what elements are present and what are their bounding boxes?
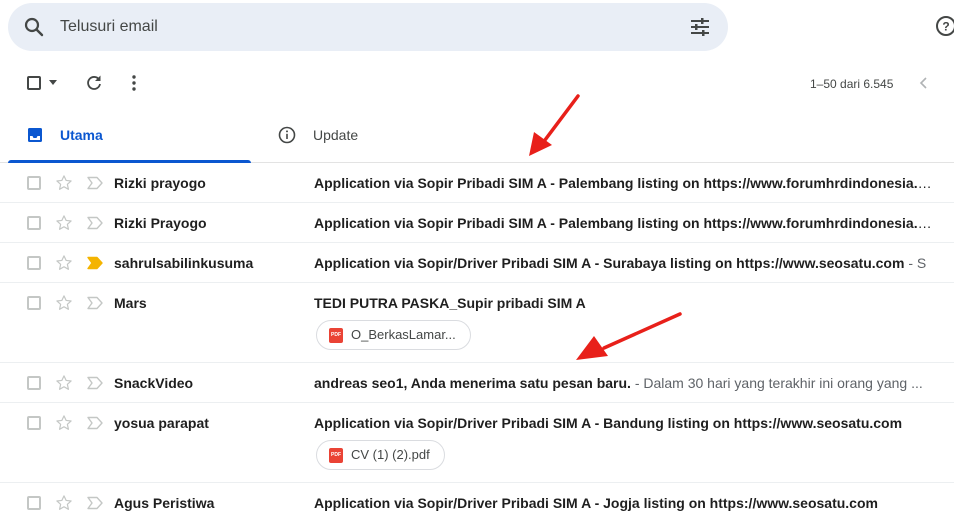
row-checkbox[interactable] [27, 296, 41, 310]
row-checkbox[interactable] [27, 176, 41, 190]
email-sender: yosua parapat [114, 415, 209, 431]
email-row[interactable]: Rizki Prayogo Application via Sopir Prib… [0, 203, 954, 243]
email-subject: Application via Sopir/Driver Pribadi SIM… [314, 415, 903, 431]
row-checkbox[interactable] [27, 496, 41, 510]
tab-update[interactable]: Update [270, 112, 570, 162]
help-icon[interactable]: ? [934, 14, 954, 38]
search-icon[interactable] [22, 15, 46, 39]
email-subject: Application via Sopir Pribadi SIM A - Pa… [314, 215, 938, 231]
email-subject-line: Application via Sopir/Driver Pribadi SIM… [314, 415, 938, 431]
email-row[interactable]: sahrulsabilinkusuma Application via Sopi… [0, 243, 954, 283]
email-row[interactable]: yosua parapat Application via Sopir/Driv… [0, 403, 954, 483]
svg-text:?: ? [942, 20, 949, 34]
inbox-icon [28, 128, 42, 142]
pdf-icon: PDF [329, 328, 343, 343]
email-sender: Mars [114, 295, 147, 311]
tab-label: Update [313, 127, 359, 143]
search-bar[interactable]: Telusuri email [8, 3, 728, 51]
info-icon [278, 126, 296, 144]
star-outline-icon[interactable] [55, 414, 73, 432]
mail-toolbar: 1–50 dari 6.545 [0, 62, 954, 104]
star-outline-icon[interactable] [55, 294, 73, 312]
top-bar: Telusuri email ? [0, 0, 954, 56]
star-outline-icon[interactable] [55, 214, 73, 232]
email-subject: Application via Sopir Pribadi SIM A - Pa… [314, 175, 938, 191]
tune-icon[interactable] [688, 15, 712, 39]
more-vert-icon[interactable] [127, 74, 141, 92]
important-marker-icon[interactable] [86, 416, 104, 430]
attachment-name: CV (1) (2).pdf [351, 447, 430, 462]
pdf-icon: PDF [329, 448, 343, 463]
email-subject-line: TEDI PUTRA PASKA_Supir pribadi SIM A [314, 295, 938, 311]
email-subject: Application via Sopir/Driver Pribadi SIM… [314, 495, 878, 511]
email-subject-line: Application via Sopir/Driver Pribadi SIM… [314, 495, 938, 511]
email-sender: SnackVideo [114, 375, 194, 391]
attachment-chip[interactable]: PDF O_BerkasLamar... [316, 320, 471, 350]
row-checkbox[interactable] [27, 216, 41, 230]
email-subject-line: Application via Sopir Pribadi SIM A - Pa… [314, 215, 938, 231]
email-sender: Agus Peristiwa [114, 495, 215, 511]
tab-label: Utama [60, 127, 103, 143]
email-subject-line: Application via Sopir/Driver Pribadi SIM… [314, 255, 938, 271]
star-outline-icon[interactable] [55, 254, 73, 272]
email-subject: TEDI PUTRA PASKA_Supir pribadi SIM A [314, 295, 586, 311]
pagination-label: 1–50 dari 6.545 [810, 77, 894, 91]
select-all-checkbox[interactable] [27, 76, 41, 90]
attachment-name: O_BerkasLamar... [351, 327, 456, 342]
important-marker-icon[interactable] [86, 376, 104, 390]
email-subject-line: andreas seo1, Anda menerima satu pesan b… [314, 375, 938, 391]
refresh-icon[interactable] [85, 74, 103, 92]
email-row[interactable]: Mars TEDI PUTRA PASKA_Supir pribadi SIM … [0, 283, 954, 363]
row-checkbox[interactable] [27, 416, 41, 430]
chevron-down-icon[interactable] [49, 80, 57, 85]
chevron-left-icon[interactable] [916, 75, 932, 91]
important-marker-icon[interactable] [86, 496, 104, 510]
email-row[interactable]: SnackVideo andreas seo1, Anda menerima s… [0, 363, 954, 403]
star-outline-icon[interactable] [55, 174, 73, 192]
email-sender: sahrulsabilinkusuma [114, 255, 254, 271]
email-subject: andreas seo1, Anda menerima satu pesan b… [314, 375, 631, 391]
important-marker-icon[interactable] [86, 296, 104, 310]
email-row[interactable]: Rizki prayogo Application via Sopir Prib… [0, 163, 954, 203]
email-list: Rizki prayogo Application via Sopir Prib… [0, 163, 954, 519]
category-tabs: Utama Update [0, 112, 954, 163]
email-row[interactable]: Agus Peristiwa Application via Sopir/Dri… [0, 483, 954, 519]
important-marker-icon[interactable] [86, 216, 104, 230]
attachment-chip[interactable]: PDF CV (1) (2).pdf [316, 440, 445, 470]
row-checkbox[interactable] [27, 376, 41, 390]
search-input[interactable]: Telusuri email [60, 18, 158, 36]
email-subject-line: Application via Sopir Pribadi SIM A - Pa… [314, 175, 938, 191]
email-snippet: - Dalam 30 hari yang terakhir ini orang … [630, 375, 923, 391]
important-marker-icon[interactable] [86, 176, 104, 190]
tab-utama[interactable]: Utama [8, 112, 251, 163]
row-checkbox[interactable] [27, 256, 41, 270]
star-outline-icon[interactable] [55, 374, 73, 392]
email-sender: Rizki Prayogo [114, 215, 207, 231]
star-outline-icon[interactable] [55, 494, 73, 512]
email-subject: Application via Sopir/Driver Pribadi SIM… [314, 255, 905, 271]
email-sender: Rizki prayogo [114, 175, 206, 191]
important-marker-icon[interactable] [86, 256, 104, 270]
email-snippet: - S [904, 255, 927, 271]
